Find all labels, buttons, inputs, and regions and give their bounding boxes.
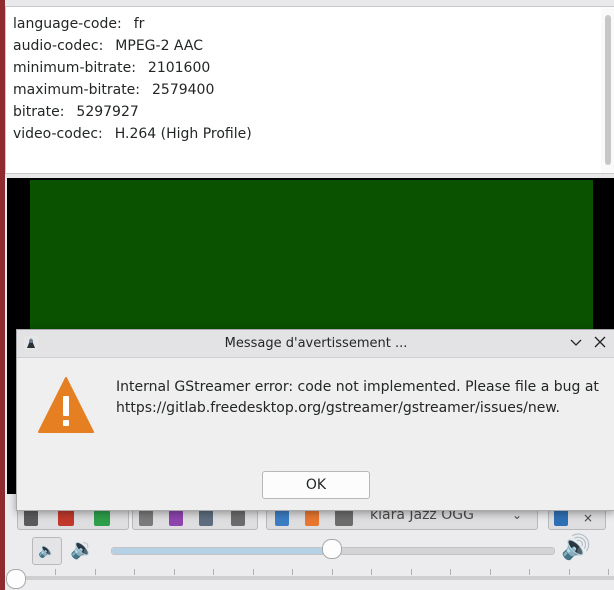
tag-row: audio-codec: MPEG-2 AAC — [13, 38, 203, 54]
upload-button[interactable] — [275, 510, 289, 526]
scrollbar-handle[interactable] — [605, 15, 611, 165]
seek-tick — [529, 569, 530, 575]
dialog-message: Internal GStreamer error: code not imple… — [116, 379, 599, 416]
stream-tags-panel: language-code: fr audio-codec: MPEG-2 AAC … — [5, 6, 614, 174]
seek-bar-handle[interactable] — [6, 569, 26, 589]
seek-tick — [568, 569, 570, 575]
volume-fill — [112, 548, 333, 554]
tag-value: fr — [133, 16, 145, 32]
seek-bar[interactable] — [14, 576, 614, 580]
tag-value: 2579400 — [152, 82, 215, 98]
stop-button[interactable] — [58, 510, 74, 526]
seek-tick — [371, 569, 372, 575]
seek-tick — [252, 569, 254, 575]
warning-icon — [38, 377, 94, 433]
dialog-titlebar[interactable]: Message d'avertissement ... — [17, 330, 614, 358]
tag-row: bitrate: 5297927 — [13, 104, 139, 120]
mute-icon[interactable]: 🔈 — [32, 537, 62, 565]
close-icon[interactable]: × — [583, 510, 597, 526]
tag-row: language-code: fr — [13, 16, 144, 32]
tag-value: 5297927 — [76, 104, 139, 120]
seek-tick — [410, 569, 412, 575]
tags-scrollbar[interactable] — [601, 7, 614, 173]
tag-key: language-code: — [13, 16, 122, 32]
seek-tick — [173, 569, 175, 575]
chevron-down-icon[interactable] — [569, 335, 583, 349]
screen-button[interactable] — [199, 510, 213, 526]
seek-tick — [489, 569, 491, 575]
tag-row: video-codec: H.264 (High Profile) — [13, 126, 252, 142]
seek-tick — [608, 569, 609, 575]
tag-row: minimum-bitrate: 2101600 — [13, 60, 210, 76]
tag-key: maximum-bitrate: — [13, 82, 141, 98]
record-button[interactable] — [94, 510, 110, 526]
edit-tags-button[interactable] — [139, 510, 153, 526]
tag-value: MPEG-2 AAC — [115, 38, 203, 54]
tag-key: audio-codec: — [13, 38, 104, 54]
seek-tick — [134, 569, 135, 575]
warning-dialog: Message d'avertissement ... Internal GSt… — [16, 329, 614, 511]
info-button[interactable] — [554, 510, 568, 526]
tag-key: minimum-bitrate: — [13, 60, 136, 76]
pause-button[interactable] — [24, 510, 38, 526]
tag-value: H.264 (High Profile) — [114, 126, 252, 142]
grid-button[interactable] — [169, 510, 183, 526]
camera-button[interactable] — [231, 510, 245, 526]
seek-tick — [55, 569, 56, 575]
volume-high-icon: 🔊 — [561, 533, 591, 561]
tag-value: 2101600 — [147, 60, 211, 76]
settings-button[interactable] — [335, 510, 353, 526]
ok-button[interactable]: OK — [262, 471, 370, 499]
close-icon[interactable] — [593, 335, 607, 349]
seek-tick — [450, 569, 451, 575]
tag-key: video-codec: — [13, 126, 103, 142]
tag-row: maximum-bitrate: 2579400 — [13, 82, 214, 98]
seek-tick — [292, 569, 293, 575]
volume-slider-handle[interactable] — [322, 539, 342, 559]
dialog-title: Message d'avertissement ... — [224, 336, 408, 351]
tag-key: bitrate: — [13, 104, 65, 120]
seek-tick — [213, 569, 214, 575]
seek-tick — [94, 569, 96, 575]
volume-low-icon: 🔉 — [70, 536, 95, 560]
browser-button[interactable] — [305, 510, 319, 526]
seek-tick — [331, 569, 333, 575]
